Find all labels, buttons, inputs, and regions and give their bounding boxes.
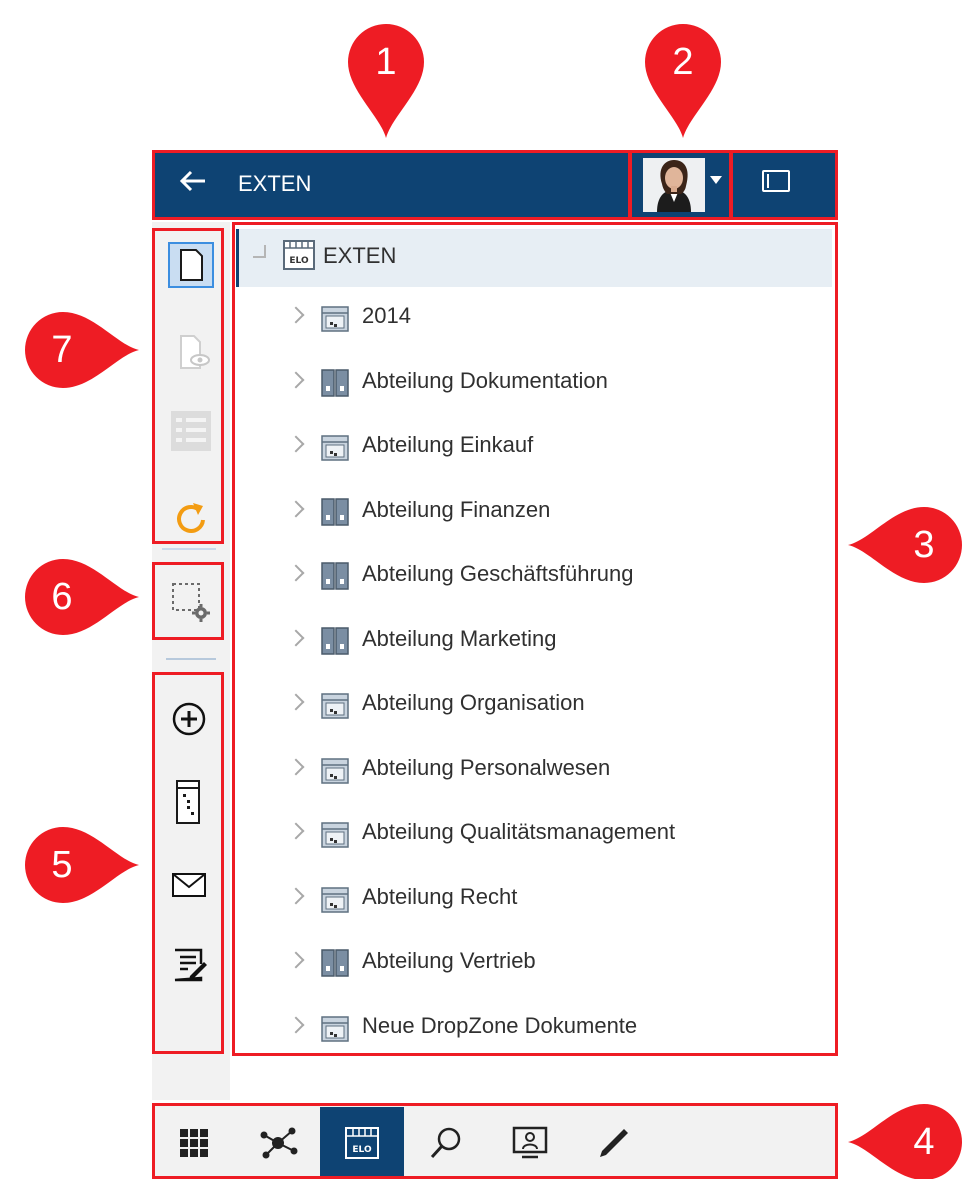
callout-number-6: 6: [51, 576, 73, 618]
callout-number-3: 3: [913, 524, 935, 566]
callout-marker-7: 7: [22, 305, 139, 395]
annotation-box-1: [152, 150, 632, 220]
annotation-box-6: [152, 562, 224, 640]
callout-marker-1: 1: [344, 20, 428, 138]
annotation-box-3: [232, 222, 838, 1056]
callout-number-2: 2: [672, 41, 694, 83]
toolbar-divider: [162, 548, 216, 550]
callout-marker-2: 2: [641, 20, 725, 138]
annotation-box-4: [152, 1103, 838, 1179]
callout-marker-5: 5: [22, 820, 139, 910]
callout-marker-3: 3: [848, 500, 965, 590]
annotation-box-2: [628, 150, 732, 220]
callout-number-1: 1: [375, 41, 397, 83]
annotation-box-7: [152, 228, 224, 544]
callout-number-5: 5: [51, 844, 73, 886]
annotation-box-5: [152, 672, 224, 1054]
callout-marker-6: 6: [22, 552, 139, 642]
toolbar-divider: [166, 658, 216, 660]
callout-number-7: 7: [51, 329, 73, 371]
callout-marker-4: 4: [848, 1097, 965, 1179]
callout-number-4: 4: [913, 1121, 935, 1163]
annotation-box-2b: [730, 150, 838, 220]
